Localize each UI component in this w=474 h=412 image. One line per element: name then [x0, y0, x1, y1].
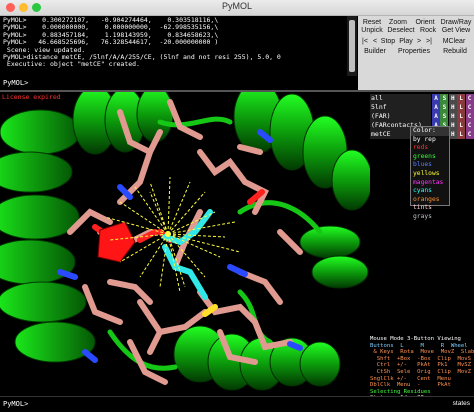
- lower-helix: [173, 325, 341, 391]
- console-line: Executive: object "metCE" created.: [3, 60, 140, 69]
- color-menu-item[interactable]: oranges: [411, 196, 449, 205]
- unpick-button[interactable]: Unpick: [360, 25, 384, 36]
- molecule-viewport[interactable]: License expired: [0, 92, 370, 396]
- object-a-button[interactable]: A: [432, 103, 440, 112]
- color-menu-item[interactable]: blues: [411, 161, 449, 170]
- color-menu-item[interactable]: grays: [411, 213, 449, 222]
- states-label[interactable]: states: [453, 400, 470, 407]
- properties-button[interactable]: Properties: [394, 46, 434, 57]
- rock-button[interactable]: Rock: [418, 25, 438, 36]
- object-c-button[interactable]: C: [465, 121, 474, 130]
- ligand-red: [97, 221, 136, 263]
- object-c-button[interactable]: C: [465, 130, 474, 139]
- object-l-button[interactable]: L: [457, 121, 466, 130]
- mouse-mode-line: Selecting Residues: [370, 388, 431, 395]
- console-scrollbar[interactable]: [347, 16, 357, 76]
- object-l-button[interactable]: L: [457, 130, 466, 139]
- object-l-button[interactable]: L: [457, 94, 466, 103]
- object-c-button[interactable]: C: [465, 112, 474, 121]
- object-h-button[interactable]: H: [448, 112, 457, 121]
- object-c-button[interactable]: C: [465, 103, 474, 112]
- control-button-panel: Reset Zoom Orient Draw/Ray Unpick Desele…: [358, 16, 474, 90]
- object-row[interactable]: 5lnf A S H L C: [370, 103, 474, 112]
- object-c-button[interactable]: C: [465, 94, 474, 103]
- color-menu-item[interactable]: cyans: [411, 187, 449, 196]
- object-name[interactable]: 5lnf: [370, 103, 431, 112]
- color-menu-title: Color:: [411, 127, 449, 136]
- mouse-mode-line: Ctrl +/- PkAt Pk1 MvSZ: [370, 362, 472, 369]
- object-a-button[interactable]: A: [432, 94, 440, 103]
- bottom-prompt: PyMOL>: [3, 400, 29, 408]
- mouse-mode-line: SnglClk +/- Cent Menu: [370, 375, 451, 382]
- mouse-mode-line: CtSh Sele Orig Clip MovZ: [370, 368, 472, 375]
- bottom-command-bar[interactable]: PyMOL> states: [0, 396, 474, 412]
- color-menu-item[interactable]: magentas: [411, 179, 449, 188]
- color-menu-item[interactable]: reds: [411, 144, 449, 153]
- object-h-button[interactable]: H: [448, 94, 457, 103]
- mouse-mode-line: & Keys Rota Move MovZ Slab: [370, 349, 474, 356]
- color-menu-item[interactable]: by rep: [411, 136, 449, 145]
- color-menu-item[interactable]: yellows: [411, 170, 449, 179]
- deselect-button[interactable]: Deselect: [386, 25, 416, 36]
- molecule-render: [0, 92, 370, 391]
- color-menu: Color: by rep reds greens blues yellows magen…: [410, 126, 450, 220]
- mouse-mode-line: Buttons L M R Wheel: [370, 342, 468, 349]
- object-s-button[interactable]: S: [440, 103, 449, 112]
- console-scroll-thumb[interactable]: [349, 20, 355, 72]
- object-name[interactable]: (FAR): [370, 112, 431, 121]
- builder-button[interactable]: Builder: [360, 46, 390, 57]
- command-prompt: PyMOL>: [3, 79, 29, 87]
- mouse-mode-panel: Mouse Mode 3-Button Viewing Buttons L M R…: [370, 336, 474, 402]
- object-s-button[interactable]: S: [440, 94, 449, 103]
- license-warning: License expired: [2, 93, 61, 101]
- mouse-mode-line: Shft +Box -Box Clip MovS: [370, 355, 472, 362]
- left-helix: [0, 109, 96, 363]
- console-output: PyMOL> 0.300272107, -0.904274464, 0.3035…: [0, 16, 346, 76]
- object-l-button[interactable]: L: [457, 112, 466, 121]
- color-menu-item[interactable]: greens: [411, 153, 449, 162]
- mouse-mode-line: DblClk Menu - PkAt: [370, 382, 451, 389]
- object-row[interactable]: (FAR) A S H L C: [370, 112, 474, 121]
- rebuild-button[interactable]: Rebuild: [438, 46, 472, 57]
- window-titlebar: PyMOL: [0, 0, 474, 16]
- object-a-button[interactable]: A: [432, 112, 440, 121]
- object-l-button[interactable]: L: [457, 103, 466, 112]
- mouse-mode-line: Mouse Mode 3-Button Viewing: [370, 336, 461, 342]
- window-title: PyMOL: [221, 1, 252, 11]
- object-row[interactable]: all A S H L C: [370, 94, 474, 103]
- object-name[interactable]: all: [370, 94, 431, 103]
- color-menu-item[interactable]: tints: [411, 204, 449, 213]
- object-s-button[interactable]: S: [440, 112, 449, 121]
- get-view-button[interactable]: Get View: [440, 25, 472, 36]
- object-h-button[interactable]: H: [448, 103, 457, 112]
- command-input[interactable]: PyMOL>: [0, 77, 357, 90]
